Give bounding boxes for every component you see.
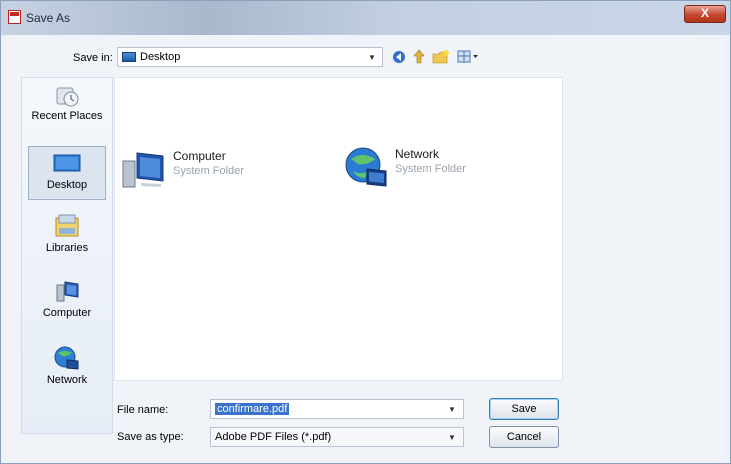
file-type: System Folder [395, 163, 466, 175]
libraries-icon [53, 212, 81, 240]
save-as-type-dropdown[interactable]: Adobe PDF Files (*.pdf) ▼ [210, 427, 464, 447]
file-type: System Folder [173, 165, 244, 177]
desktop-icon [122, 52, 136, 62]
new-folder-icon[interactable] [432, 48, 450, 66]
back-icon[interactable] [391, 48, 407, 66]
save-as-type-value: Adobe PDF Files (*.pdf) [215, 431, 332, 443]
window-title: Save As [26, 11, 71, 25]
up-folder-icon[interactable] [411, 48, 427, 66]
acrobat-app-icon [8, 10, 21, 24]
place-libraries[interactable]: Libraries [22, 212, 112, 266]
save-in-dropdown[interactable]: Desktop ▼ [117, 47, 383, 67]
computer-icon [122, 152, 164, 188]
network-icon [345, 147, 387, 187]
list-item[interactable]: Network System Folder [343, 145, 493, 191]
title-bar: Save As X [1, 1, 730, 35]
close-button[interactable]: X [684, 5, 726, 23]
chevron-down-icon: ▼ [448, 433, 456, 442]
recent-places-icon [54, 84, 80, 108]
save-in-label: Save in: [73, 52, 113, 64]
file-name-label: File name: [117, 404, 169, 416]
file-name: Network [395, 147, 440, 161]
chevron-down-icon: ▼ [368, 53, 376, 62]
place-computer[interactable]: Computer [22, 277, 112, 331]
save-as-type-label: Save as type: [117, 431, 184, 443]
chevron-down-icon[interactable]: ▼ [448, 405, 456, 414]
desktop-icon [52, 153, 82, 177]
place-network[interactable]: Network [22, 344, 112, 398]
places-bar: Recent Places Desktop Libraries Computer [21, 77, 113, 434]
cancel-button[interactable]: Cancel [489, 426, 559, 448]
place-recent-places[interactable]: Recent Places [22, 84, 112, 136]
file-name: Computer [173, 149, 226, 163]
place-label: Recent Places [31, 110, 103, 122]
dialog-body: Save in: Desktop ▼ Recent Places Desktop… [7, 35, 724, 457]
file-name-value: confirmare.pdf [215, 403, 290, 415]
list-item[interactable]: Computer System Folder [121, 147, 271, 191]
computer-icon [53, 277, 81, 305]
place-label: Libraries [45, 242, 89, 254]
save-in-value: Desktop [140, 51, 181, 63]
save-as-dialog: Save As X Save in: Desktop ▼ Recent Plac… [0, 0, 731, 464]
place-desktop[interactable]: Desktop [28, 146, 106, 200]
place-label: Desktop [46, 179, 88, 191]
save-button[interactable]: Save [489, 398, 559, 420]
views-menu-icon[interactable] [457, 48, 479, 66]
network-icon [53, 344, 81, 372]
file-name-field[interactable]: confirmare.pdf ▼ [210, 399, 464, 419]
file-list: Computer System Folder Network System Fo… [114, 77, 563, 381]
place-label: Computer [42, 307, 92, 319]
place-label: Network [46, 374, 88, 386]
